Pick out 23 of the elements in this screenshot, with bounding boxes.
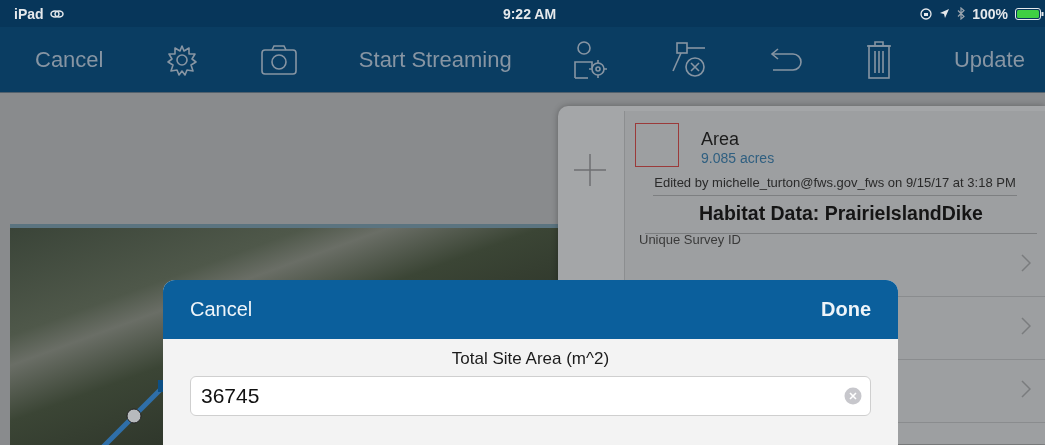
- update-button[interactable]: Update: [953, 46, 1025, 73]
- text-field[interactable]: 36745: [190, 376, 871, 416]
- field-label: Unique Survey ID: [639, 232, 741, 248]
- bluetooth-icon: [957, 7, 966, 20]
- area-measurement: 9.085 acres: [701, 150, 775, 166]
- location-arrow-icon: [939, 8, 951, 19]
- feature-title: Area: [701, 129, 741, 150]
- rotation-lock-icon: [920, 7, 933, 20]
- edit-info-text: Edited by michelle_turton@fws.gov_fws on 9/15/17 at 3:18 PM: [653, 175, 1017, 197]
- cancel-button[interactable]: Cancel: [35, 46, 104, 73]
- layer-delete-icon[interactable]: [670, 40, 707, 79]
- device-name: iPad: [14, 5, 44, 22]
- camera-icon[interactable]: [260, 43, 299, 76]
- status-time: 9:22 AM: [502, 5, 557, 22]
- start-streaming-button[interactable]: Start Streaming: [358, 46, 512, 73]
- link-icon: [49, 8, 64, 19]
- cancel-button[interactable]: Cancel: [190, 298, 253, 321]
- polygon-symbol-icon: [635, 123, 679, 167]
- done-button[interactable]: Done: [821, 298, 871, 321]
- battery-icon: [1015, 7, 1045, 20]
- field-label: Total Site Area (m^2): [450, 349, 611, 369]
- form-heading: Habitat Data: PrairieIslandDike: [645, 196, 1037, 235]
- battery-percentage: 100%: [972, 5, 1008, 22]
